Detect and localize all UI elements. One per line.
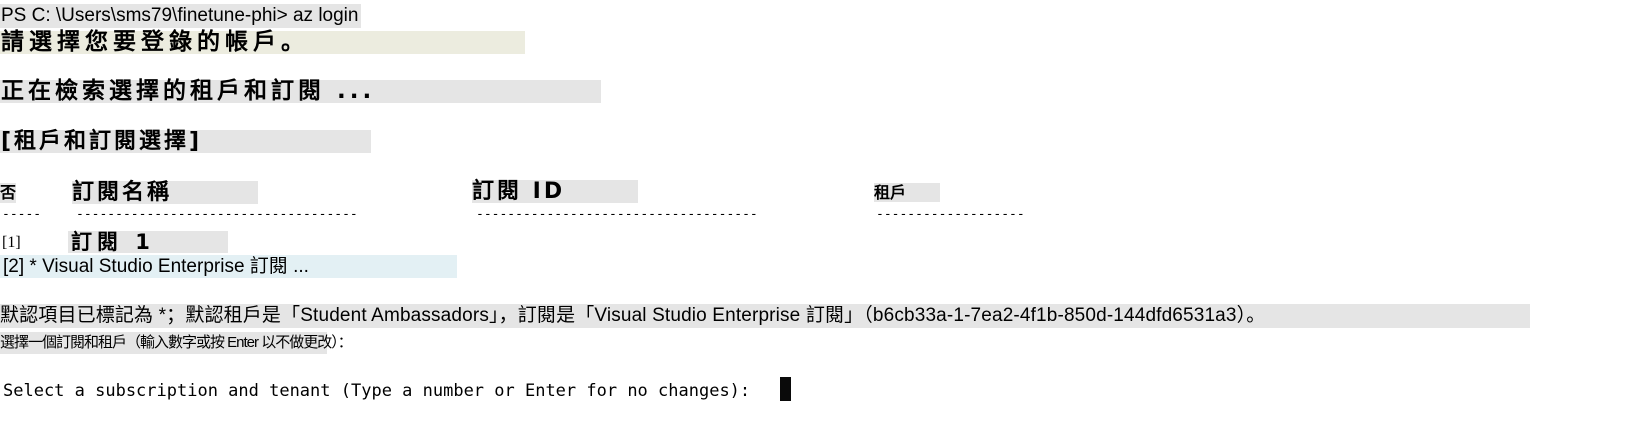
header-tenant: 租戶 [874, 183, 940, 202]
header-subscription-id: 訂閱 ID [472, 180, 638, 203]
command-line: PS C: \Users\sms79\finetune-phi> az logi… [0, 4, 362, 28]
select-prompt-input[interactable]: Select a subscription and tenant (Type a… [0, 379, 760, 403]
header-no: 否 [0, 183, 17, 203]
text-cursor[interactable] [780, 377, 791, 401]
row-1-subscription-name: 訂閱 1 [68, 231, 228, 253]
separator-no: ----- [2, 207, 42, 222]
separator-subscription-id: ------------------------------------ [476, 207, 758, 222]
default-note: 默認項目已標記為 *；默認租戶是「Student Ambassadors」，訂閱… [0, 304, 1530, 328]
header-subscription-name: 訂閱名稱 [72, 181, 258, 204]
row-2-default-subscription: [2] * Visual Studio Enterprise 訂閱 ... [0, 255, 457, 278]
separator-subscription-name: ------------------------------------ [76, 207, 358, 222]
choose-account-message: 請選擇您要登錄的帳戶。 [0, 31, 525, 54]
row-1-number: [1] [2, 234, 21, 251]
section-title: [租戶和訂閱選擇] [0, 130, 371, 153]
select-prompt-chinese: 選擇一個訂閱和租戶（輸入數字或按 Enter 以不做更改）： [0, 332, 353, 354]
retrieving-message: 正在檢索選擇的租戶和訂閱 ... [0, 80, 601, 103]
separator-tenant: ------------------- [876, 207, 1025, 222]
terminal-window[interactable]: PS C: \Users\sms79\finetune-phi> az logi… [0, 0, 1639, 421]
